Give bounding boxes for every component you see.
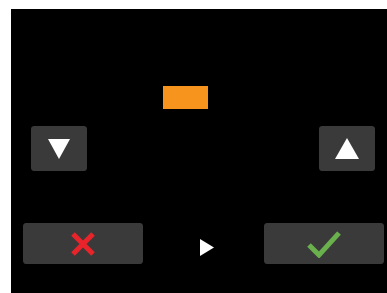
increase-button[interactable] — [319, 126, 375, 171]
device-screen — [11, 9, 387, 293]
decrease-button[interactable] — [31, 126, 87, 171]
confirm-button[interactable] — [264, 223, 384, 264]
triangle-down-icon — [48, 138, 70, 159]
triangle-up-icon — [335, 138, 359, 159]
value-indicator — [163, 86, 208, 109]
play-indicator — [199, 238, 215, 256]
close-x-icon — [70, 231, 96, 257]
check-icon — [306, 230, 342, 258]
play-icon — [200, 238, 214, 256]
cancel-button[interactable] — [23, 223, 143, 264]
